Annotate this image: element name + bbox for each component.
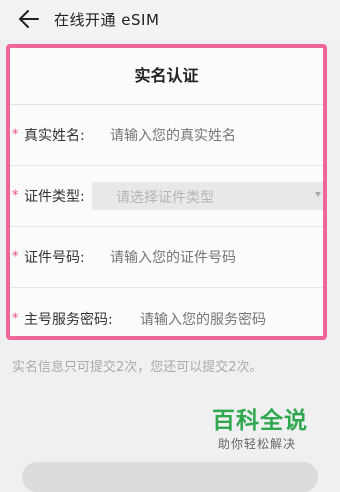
submission-notice: 实名信息只可提交2次，您还可以提交2次。 bbox=[12, 360, 263, 375]
watermark-sub-text: 助你轻松解决 bbox=[218, 437, 297, 451]
id-type-select[interactable]: 请选择证件类型 bbox=[92, 182, 323, 210]
watermark-logo: 百科全说 助你轻松解决 bbox=[212, 408, 332, 452]
form-title: 实名认证 bbox=[10, 48, 323, 105]
password-label: 主号服务密码: bbox=[24, 311, 113, 328]
watermark-main-text: 百科全说 bbox=[212, 408, 308, 434]
required-mark: * bbox=[12, 249, 19, 265]
id-type-placeholder: 请选择证件类型 bbox=[116, 190, 214, 206]
form-row-name: * 真实姓名: bbox=[10, 105, 323, 166]
id-number-label: 证件号码: bbox=[24, 250, 85, 266]
required-mark: * bbox=[12, 127, 19, 143]
chevron-down-icon bbox=[315, 192, 321, 197]
form-row-password: * 主号服务密码: bbox=[10, 288, 323, 336]
required-mark: * bbox=[12, 311, 19, 326]
form-row-id-number: * 证件号码: bbox=[10, 227, 323, 288]
service-password-input[interactable] bbox=[140, 310, 320, 327]
name-input[interactable] bbox=[110, 127, 320, 143]
id-type-label: 证件类型: bbox=[24, 189, 85, 205]
name-label: 真实姓名: bbox=[24, 128, 85, 144]
arrow-left-icon[interactable] bbox=[16, 6, 42, 32]
top-bar: 在线开通 eSIM bbox=[0, 0, 340, 40]
id-number-input[interactable] bbox=[110, 249, 320, 265]
page-title: 在线开通 eSIM bbox=[54, 11, 160, 29]
real-name-form-card: 实名认证 * 真实姓名: * 证件类型: 请选择证件类型 * 证件号码: * 主… bbox=[6, 44, 327, 340]
form-row-id-type: * 证件类型: 请选择证件类型 bbox=[10, 166, 323, 227]
submit-button[interactable] bbox=[22, 462, 318, 492]
required-mark: * bbox=[12, 188, 19, 204]
